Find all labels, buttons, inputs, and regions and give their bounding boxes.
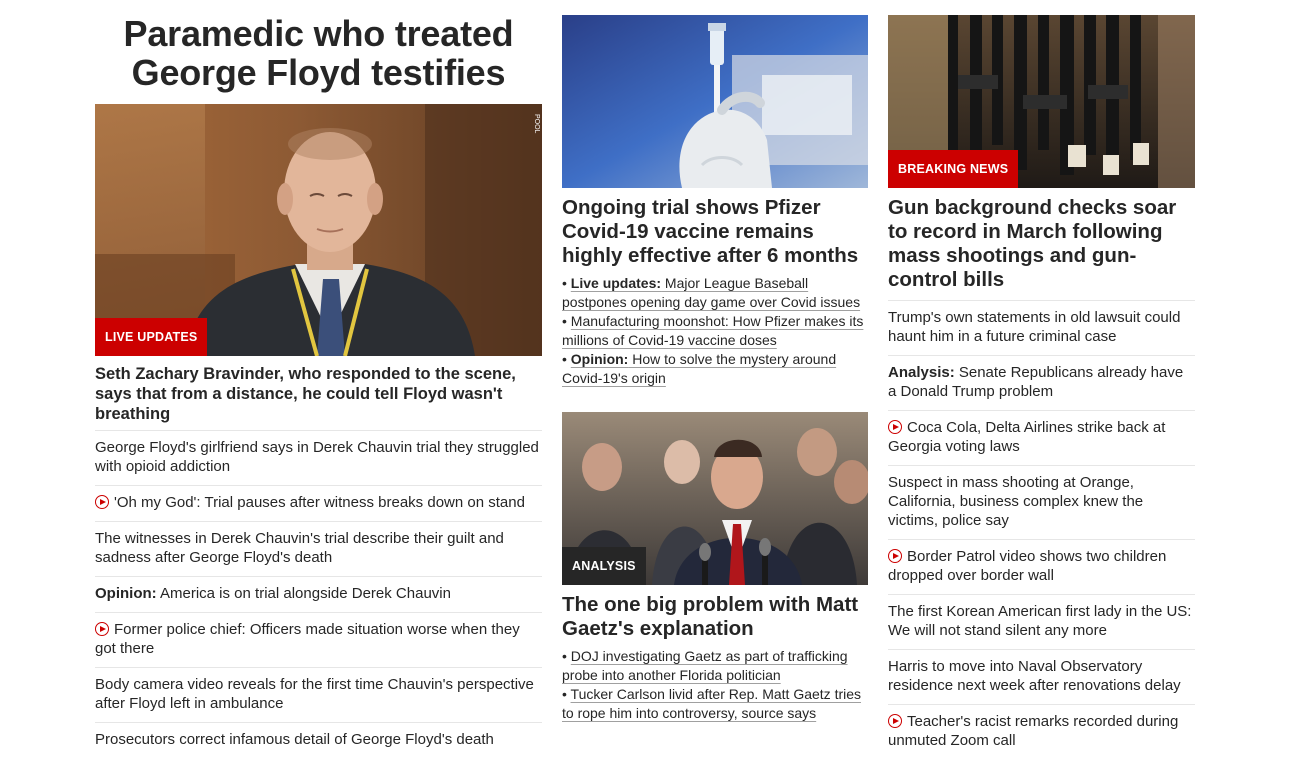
bullet-prefix: Live updates: — [570, 275, 662, 291]
lead-column: Paramedic who treated George Floyd testi… — [95, 0, 542, 758]
link-text: Harris to move into Naval Observatory re… — [888, 658, 1181, 694]
analysis-badge[interactable]: ANALYSIS — [562, 547, 646, 585]
vaccine-related-list: • Live updates: Major League Baseball po… — [562, 274, 868, 388]
bullet-dot: • — [562, 686, 571, 702]
list-item[interactable]: The witnesses in Derek Chauvin's trial d… — [95, 521, 542, 576]
lead-subhead[interactable]: Seth Zachary Bravinder, who responded to… — [95, 364, 542, 424]
link-text: Suspect in mass shooting at Orange, Cali… — [888, 474, 1144, 529]
list-item[interactable]: Border Patrol video shows two children d… — [888, 539, 1195, 594]
bullet-link[interactable]: Tucker Carlson livid after Rep. Matt Gae… — [562, 686, 861, 721]
play-video-icon — [95, 495, 109, 509]
link-text: Teacher's racist remarks recorded during… — [888, 713, 1179, 749]
bullet-link[interactable]: DOJ investigating Gaetz as part of traff… — [562, 648, 848, 683]
bullet-dot: • — [562, 648, 571, 664]
gaetz-related-list: • DOJ investigating Gaetz as part of tra… — [562, 647, 868, 723]
bullet-dot: • — [562, 351, 571, 367]
bullet-item[interactable]: • DOJ investigating Gaetz as part of tra… — [562, 647, 868, 685]
live-updates-badge[interactable]: LIVE UPDATES — [95, 318, 208, 356]
link-prefix: Opinion: — [95, 585, 157, 602]
bullet-dot: • — [562, 313, 571, 329]
list-item[interactable]: Harris to move into Naval Observatory re… — [888, 649, 1195, 704]
link-text: Body camera video reveals for the first … — [95, 676, 534, 712]
link-text: Trump's own statements in old lawsuit co… — [888, 309, 1181, 345]
list-item[interactable]: The first Korean American first lady in … — [888, 594, 1195, 649]
list-item[interactable]: Former police chief: Officers made situa… — [95, 612, 542, 667]
link-text: 'Oh my God': Trial pauses after witness … — [114, 494, 525, 511]
pool-watermark: POOL — [533, 114, 540, 134]
breaking-news-badge[interactable]: BREAKING NEWS — [888, 150, 1019, 188]
link-text: America is on trial alongside Derek Chau… — [156, 585, 451, 602]
bullet-item[interactable]: • Live updates: Major League Baseball po… — [562, 274, 868, 312]
list-item[interactable]: Body camera video reveals for the first … — [95, 667, 542, 722]
gun-headline[interactable]: Gun background checks soar to record in … — [888, 196, 1195, 292]
link-text: Former police chief: Officers made situa… — [95, 621, 520, 657]
right-related-list: Trump's own statements in old lawsuit co… — [888, 300, 1195, 759]
list-item[interactable]: George Floyd's girlfriend says in Derek … — [95, 430, 542, 485]
list-item[interactable]: Coca Cola, Delta Airlines strike back at… — [888, 410, 1195, 465]
list-item[interactable]: Teacher's racist remarks recorded during… — [888, 704, 1195, 759]
lead-photo[interactable]: POOL LIVE UPDATES — [95, 104, 542, 356]
vaccine-photo[interactable] — [562, 15, 868, 188]
vaccine-headline[interactable]: Ongoing trial shows Pfizer Covid-19 vacc… — [562, 196, 868, 268]
gun-photo[interactable]: BREAKING NEWS — [888, 15, 1195, 188]
gaetz-photo[interactable]: ANALYSIS — [562, 412, 868, 585]
bullet-item[interactable]: • Manufacturing moonshot: How Pfizer mak… — [562, 312, 868, 350]
gaetz-headline[interactable]: The one big problem with Matt Gaetz's ex… — [562, 593, 868, 641]
bullet-prefix: Opinion: — [570, 351, 629, 367]
link-text: The first Korean American first lady in … — [888, 603, 1192, 639]
right-column: BREAKING NEWS Gun background checks soar… — [888, 0, 1195, 759]
list-item[interactable]: Opinion: America is on trial alongside D… — [95, 576, 542, 612]
bullet-text: Manufacturing moonshot: How Pfizer makes… — [562, 313, 864, 348]
bullet-text: Tucker Carlson livid after Rep. Matt Gae… — [562, 686, 862, 721]
link-prefix: Analysis: — [888, 364, 955, 381]
bullet-dot: • — [562, 275, 571, 291]
play-video-icon — [888, 714, 902, 728]
list-item[interactable]: Analysis: Senate Republicans already hav… — [888, 355, 1195, 410]
lead-related-list: George Floyd's girlfriend says in Derek … — [95, 430, 542, 758]
lead-headline[interactable]: Paramedic who treated George Floyd testi… — [95, 14, 542, 92]
bullet-link[interactable]: Manufacturing moonshot: How Pfizer makes… — [562, 313, 863, 348]
bullet-link[interactable]: Opinion: How to solve the mystery around… — [562, 351, 836, 386]
list-item[interactable]: Suspect in mass shooting at Orange, Cali… — [888, 465, 1195, 539]
link-text: Coca Cola, Delta Airlines strike back at… — [888, 419, 1166, 455]
bullet-item[interactable]: • Tucker Carlson livid after Rep. Matt G… — [562, 685, 868, 723]
link-text: The witnesses in Derek Chauvin's trial d… — [95, 530, 504, 566]
vaccine-syringe-image — [562, 15, 868, 188]
play-video-icon — [888, 549, 902, 563]
bullet-link[interactable]: Live updates: Major League Baseball post… — [562, 275, 860, 310]
link-text: George Floyd's girlfriend says in Derek … — [95, 439, 539, 475]
list-item[interactable]: 'Oh my God': Trial pauses after witness … — [95, 485, 542, 521]
bullet-item[interactable]: • Opinion: How to solve the mystery arou… — [562, 350, 868, 388]
play-video-icon — [95, 622, 109, 636]
link-text: Border Patrol video shows two children d… — [888, 548, 1167, 584]
list-item[interactable]: Trump's own statements in old lawsuit co… — [888, 300, 1195, 355]
middle-column: Ongoing trial shows Pfizer Covid-19 vacc… — [562, 0, 868, 723]
link-text: Prosecutors correct infamous detail of G… — [95, 731, 494, 748]
play-video-icon — [888, 420, 902, 434]
bullet-text: DOJ investigating Gaetz as part of traff… — [562, 648, 848, 683]
